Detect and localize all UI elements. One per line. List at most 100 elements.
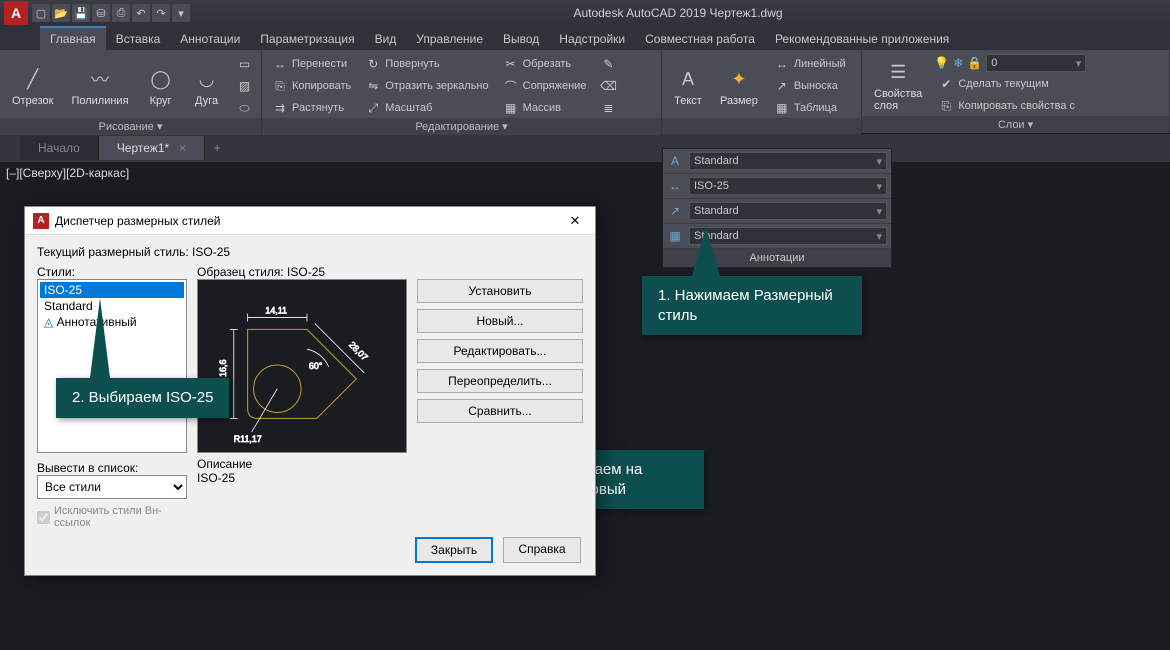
xref-checkbox[interactable]: Исключить стили Вн-ссылок	[37, 505, 187, 529]
btn-compare[interactable]: Сравнить...	[417, 399, 583, 423]
btn-new[interactable]: Новый...	[417, 309, 583, 333]
cmd-arc[interactable]: ◡Дуга	[187, 63, 227, 109]
trim-icon: ✂	[503, 56, 519, 72]
quick-access-toolbar: ▢ 📂 💾 ⛁ ⎙ ↶ ↷ ▾	[32, 4, 190, 22]
cmd-misc2[interactable]: ▨	[233, 76, 257, 96]
cmd-trim[interactable]: ✂Обрезать	[499, 54, 591, 74]
cmd-stretch[interactable]: ⇉Растянуть	[268, 98, 355, 118]
panel-modify: ↔Перенести ⎘Копировать ⇉Растянуть ↻Повер…	[262, 50, 662, 133]
lock-icon[interactable]: 🔒	[967, 56, 982, 70]
dialog-titlebar[interactable]: A Диспетчер размерных стилей ✕	[25, 207, 595, 235]
cmd-leader[interactable]: ↗Выноска	[770, 76, 850, 96]
cmd-text[interactable]: AТекст	[668, 63, 708, 109]
cmd-linear[interactable]: ↔Линейный	[770, 54, 850, 74]
leaderstyle-combo[interactable]: Standard	[689, 202, 887, 220]
circle-icon: ◯	[147, 65, 175, 93]
dimstyle-icon[interactable]: ↔	[667, 178, 683, 194]
text-icon: A	[674, 65, 702, 93]
tab-manage[interactable]: Управление	[406, 28, 493, 50]
cmd-ext2[interactable]: ⌫	[596, 76, 620, 96]
tab-start[interactable]: Начало	[20, 136, 99, 160]
cmd-makecur[interactable]: ✔Сделать текущим	[934, 74, 1163, 94]
cmd-misc1[interactable]: ▭	[233, 54, 257, 74]
dialog-close-icon[interactable]: ✕	[563, 213, 587, 229]
panel-anno-title[interactable]	[662, 118, 861, 134]
btn-help[interactable]: Справка	[503, 537, 581, 563]
cmd-ext3[interactable]: ≣	[596, 98, 620, 118]
qat-saveall-icon[interactable]: ⛁	[92, 4, 110, 22]
array-icon: ▦	[503, 100, 519, 116]
tab-output[interactable]: Вывод	[493, 28, 549, 50]
style-preview: 14,11 16,6 28,07 60° R11,17	[197, 279, 407, 453]
style-item-annotative[interactable]: ◬ Аннотативный	[40, 314, 184, 330]
tab-featured[interactable]: Рекомендованные приложения	[765, 28, 959, 50]
dim-top: 14,11	[265, 306, 287, 316]
table-icon: ▦	[774, 100, 790, 116]
tab-parametric[interactable]: Параметризация	[250, 28, 364, 50]
cmd-table[interactable]: ▦Таблица	[770, 98, 850, 118]
btn-modify[interactable]: Редактировать...	[417, 339, 583, 363]
cmd-move[interactable]: ↔Перенести	[268, 54, 355, 74]
leaderstyle-icon[interactable]: ↗	[667, 203, 683, 219]
btn-close[interactable]: Закрыть	[415, 537, 493, 563]
cmd-ext1[interactable]: ✎	[596, 54, 620, 74]
cmd-mirror[interactable]: ⇋Отразить зеркально	[361, 76, 492, 96]
freeze-icon[interactable]: ❄	[953, 56, 963, 70]
panel-layers: ☰Свойства слоя 💡 ❄ 🔒 0 ✔Сделать текущим …	[862, 50, 1170, 133]
list-filter-select[interactable]: Все стили	[37, 475, 187, 499]
style-item-iso25[interactable]: ISO-25	[40, 282, 184, 298]
bulb-icon[interactable]: 💡	[934, 56, 949, 70]
qat-more-icon[interactable]: ▾	[172, 4, 190, 22]
cmd-copy[interactable]: ⎘Копировать	[268, 76, 355, 96]
app-logo[interactable]: A	[4, 1, 28, 25]
cmd-matchprops[interactable]: ⎘Копировать свойства с	[934, 96, 1163, 116]
tab-add[interactable]: +	[205, 141, 229, 155]
tab-annotate[interactable]: Аннотации	[170, 28, 250, 50]
btn-set-current[interactable]: Установить	[417, 279, 583, 303]
styles-label: Стили:	[37, 265, 187, 279]
tablestyle-icon[interactable]: ▦	[667, 228, 683, 244]
styles-listbox[interactable]: ISO-25 Standard ◬ Аннотативный	[37, 279, 187, 453]
qat-save-icon[interactable]: 💾	[72, 4, 90, 22]
tab-close-icon[interactable]: ×	[179, 141, 186, 155]
panel-modify-title[interactable]: Редактирование ▾	[262, 118, 661, 135]
panel-draw-title[interactable]: Рисование ▾	[0, 118, 261, 135]
cmd-rotate[interactable]: ↻Повернуть	[361, 54, 492, 74]
stretch-icon: ⇉	[272, 100, 288, 116]
tab-collab[interactable]: Совместная работа	[635, 28, 765, 50]
cmd-array[interactable]: ▦Массив	[499, 98, 591, 118]
ext1-icon: ✎	[600, 56, 616, 72]
panel-layers-title[interactable]: Слои ▾	[862, 116, 1169, 133]
ext3-icon: ≣	[600, 100, 616, 116]
layer-combo[interactable]: 0	[986, 54, 1086, 72]
qat-plot-icon[interactable]: ⎙	[112, 4, 130, 22]
desc-label: Описание	[197, 457, 407, 471]
cmd-misc3[interactable]: ⬭	[233, 98, 257, 118]
view-controls-label[interactable]: [–][Сверху][2D-каркас]	[6, 166, 129, 180]
dimstyle-combo[interactable]: ISO-25	[689, 177, 887, 195]
tab-view[interactable]: Вид	[365, 28, 407, 50]
preview-label: Образец стиля: ISO-25	[197, 265, 407, 279]
tab-drawing1[interactable]: Чертеж1*×	[99, 136, 205, 160]
qat-redo-icon[interactable]: ↷	[152, 4, 170, 22]
tab-home[interactable]: Главная	[40, 26, 106, 50]
textstyle-combo[interactable]: Standard	[689, 152, 887, 170]
cmd-layerprops[interactable]: ☰Свойства слоя	[868, 56, 928, 114]
current-style-label: Текущий размерный стиль: ISO-25	[37, 245, 583, 259]
textstyle-icon[interactable]: A	[667, 153, 683, 169]
style-item-standard[interactable]: Standard	[40, 298, 184, 314]
qat-new-icon[interactable]: ▢	[32, 4, 50, 22]
dim-angle: 60°	[309, 361, 323, 371]
cmd-polyline[interactable]: 〰Полилиния	[65, 63, 134, 109]
cmd-dim[interactable]: ✦Размер	[714, 63, 764, 109]
btn-override[interactable]: Переопределить...	[417, 369, 583, 393]
tab-insert[interactable]: Вставка	[106, 28, 171, 50]
tab-addins[interactable]: Надстройки	[549, 28, 635, 50]
cmd-fillet[interactable]: ⌒Сопряжение	[499, 76, 591, 96]
cmd-line[interactable]: ╱Отрезок	[6, 63, 59, 109]
list-filter-label: Вывести в список:	[37, 461, 187, 475]
cmd-circle[interactable]: ◯Круг	[141, 63, 181, 109]
cmd-scale[interactable]: ⤢Масштаб	[361, 98, 492, 118]
qat-undo-icon[interactable]: ↶	[132, 4, 150, 22]
qat-open-icon[interactable]: 📂	[52, 4, 70, 22]
